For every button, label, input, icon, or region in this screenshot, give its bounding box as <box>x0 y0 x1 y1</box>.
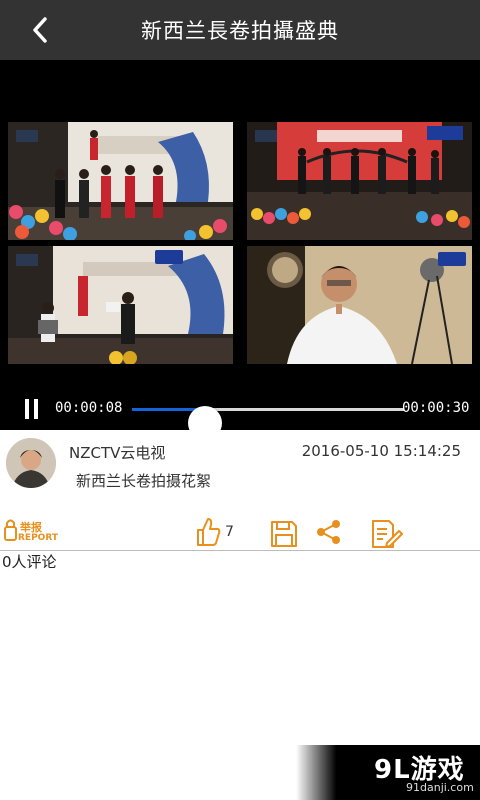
video-tile-stage-accordion-speaker <box>8 246 233 364</box>
pause-button[interactable] <box>25 399 39 419</box>
report-button[interactable]: 举报 REPORT <box>4 517 58 547</box>
like-count: 7 <box>225 524 234 540</box>
duration-time: 00:00:30 <box>402 400 470 416</box>
share-button[interactable] <box>316 519 342 545</box>
seek-thumb[interactable] <box>188 406 223 430</box>
watermark-site: 91danji.com <box>406 781 474 794</box>
site-watermark: 9L游戏 91danji.com <box>296 745 480 800</box>
page-title: 新西兰長卷拍攝盛典 <box>141 19 339 43</box>
report-label-en: REPORT <box>18 533 58 543</box>
video-tile-interview-man-white-shirt <box>247 246 472 364</box>
thumbs-up-icon <box>197 518 221 546</box>
edit-note-icon <box>372 520 403 548</box>
top-bar: 新西兰長卷拍攝盛典 <box>0 0 480 60</box>
post-description: 新西兰长卷拍摄花絮 <box>76 472 212 490</box>
post-timestamp: 2016-05-10 15:14:25 <box>301 442 461 460</box>
action-bar: 举报 REPORT 7 <box>0 515 480 551</box>
player-controls: 00:00:08 00:00:30 <box>0 396 480 430</box>
seek-bar[interactable] <box>132 406 404 430</box>
floppy-disk-icon <box>271 521 297 547</box>
video-tile-stage-performance-qipao <box>8 122 233 240</box>
channel-avatar[interactable] <box>6 438 56 488</box>
video-player[interactable]: 00:00:08 00:00:30 <box>0 60 480 430</box>
channel-name[interactable]: NZCTV云电视 <box>69 442 165 463</box>
comment-count: 0人评论 <box>2 553 57 571</box>
share-icon <box>317 520 340 544</box>
video-tile-stage-performance-red-backdrop <box>247 122 472 240</box>
current-time: 00:00:08 <box>55 400 123 416</box>
save-button[interactable] <box>270 520 298 548</box>
like-button[interactable] <box>195 516 221 546</box>
pause-icon <box>25 399 29 419</box>
edit-comment-button[interactable] <box>371 519 403 549</box>
